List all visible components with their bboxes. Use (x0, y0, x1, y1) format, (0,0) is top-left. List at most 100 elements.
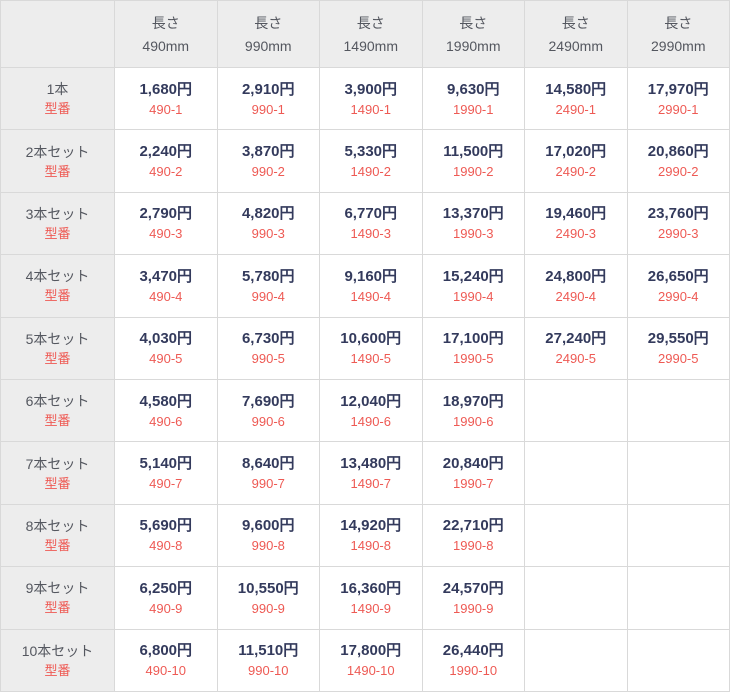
model-number: 1490-3 (351, 226, 391, 242)
column-header-1490mm: 長さ1490mm (320, 1, 422, 67)
empty-cell (628, 505, 730, 566)
model-number: 1990-7 (453, 476, 493, 492)
price-value: 2,910円 (242, 80, 295, 99)
price-cell: 9,160円1490-4 (320, 255, 422, 316)
price-cell: 23,760円2990-3 (628, 193, 730, 254)
model-number: 1990-5 (453, 351, 493, 367)
price-value: 6,250円 (139, 579, 192, 598)
price-cell: 18,970円 1990-6 (423, 380, 525, 441)
model-number: 2990-5 (658, 351, 698, 367)
empty-cell (525, 380, 627, 441)
model-caption: 型番 (44, 476, 70, 492)
price-value: 9,160円 (344, 267, 397, 286)
price-cell: 2,910円990-1 (218, 68, 320, 129)
price-value: 12,040円 (340, 392, 401, 411)
length-value: 2990mm (651, 36, 705, 56)
price-value: 4,030円 (139, 329, 192, 348)
price-value: 3,900円 (344, 80, 397, 99)
model-number: 2990-1 (658, 102, 698, 118)
price-cell: 6,770円1490-3 (320, 193, 422, 254)
model-number: 1490-9 (351, 601, 391, 617)
price-value: 4,580円 (139, 392, 192, 411)
price-cell: 13,370円1990-3 (423, 193, 525, 254)
model-number: 2490-5 (556, 351, 596, 367)
price-cell: 6,730円990-5 (218, 318, 320, 379)
price-cell: 24,800円2490-4 (525, 255, 627, 316)
price-cell: 3,900円1490-1 (320, 68, 422, 129)
price-cell: 29,550円 2990-5 (628, 318, 730, 379)
model-number: 1990-10 (449, 663, 497, 679)
empty-cell (525, 567, 627, 628)
model-caption: 型番 (44, 351, 70, 367)
row-header: 7本セット型番 (1, 442, 114, 503)
price-value: 13,480円 (340, 454, 401, 473)
empty-cell (628, 567, 730, 628)
empty-cell (525, 505, 627, 566)
price-value: 18,970円 (443, 392, 504, 411)
price-value: 17,020円 (545, 142, 606, 161)
set-count-label: 9本セット (26, 579, 90, 597)
length-label: 長さ (254, 13, 282, 33)
model-number: 490-6 (149, 414, 182, 430)
model-number: 990-7 (252, 476, 285, 492)
price-value: 8,640円 (242, 454, 295, 473)
price-cell: 7,690円990-6 (218, 380, 320, 441)
model-number: 490-3 (149, 226, 182, 242)
length-label: 長さ (562, 13, 590, 33)
length-value: 490mm (142, 36, 189, 56)
price-cell: 17,100円1990-5 (423, 318, 525, 379)
set-count-label: 3本セット (26, 205, 90, 223)
model-number: 1990-4 (453, 289, 493, 305)
set-count-label: 1本 (47, 80, 69, 98)
price-cell: 4,820円990-3 (218, 193, 320, 254)
price-cell: 27,240円2490-5 (525, 318, 627, 379)
model-number: 490-1 (149, 102, 182, 118)
model-number: 1990-6 (453, 414, 493, 430)
price-cell: 20,840円 1990-7 (423, 442, 525, 503)
row-header: 1本型番 (1, 68, 114, 129)
model-caption: 型番 (44, 600, 70, 616)
model-number: 1490-2 (351, 164, 391, 180)
model-number: 1990-3 (453, 226, 493, 242)
price-cell: 16,360円1490-9 (320, 567, 422, 628)
row-header: 2本セット型番 (1, 130, 114, 191)
price-cell: 2,240円490-2 (115, 130, 217, 191)
price-value: 1,680円 (139, 80, 192, 99)
model-number: 490-5 (149, 351, 182, 367)
column-header-2990mm: 長さ 2990mm (628, 1, 730, 67)
row-header: 6本セット型番 (1, 380, 114, 441)
price-cell: 24,570円1990-9 (423, 567, 525, 628)
model-number: 990-4 (252, 289, 285, 305)
set-count-label: 4本セット (26, 267, 90, 285)
set-count-label: 6本セット (26, 392, 90, 410)
row-header: 10本セット型番 (1, 630, 114, 691)
model-caption: 型番 (44, 101, 70, 117)
price-value: 29,550円 (648, 329, 709, 348)
price-value: 26,650円 (648, 267, 709, 286)
length-label: 長さ (152, 13, 180, 33)
price-cell: 17,970円2990-1 (628, 68, 730, 129)
price-cell: 11,510円990-10 (218, 630, 320, 691)
model-number: 2490-4 (556, 289, 596, 305)
length-label: 長さ (664, 13, 692, 33)
price-value: 5,140円 (139, 454, 192, 473)
price-value: 10,600円 (340, 329, 401, 348)
price-value: 20,840円 (443, 454, 504, 473)
price-value: 23,760円 (648, 204, 709, 223)
price-value: 3,870円 (242, 142, 295, 161)
model-number: 490-7 (149, 476, 182, 492)
price-value: 5,330円 (344, 142, 397, 161)
price-cell: 26,440円1990-10 (423, 630, 525, 691)
length-value: 2490mm (549, 36, 603, 56)
model-number: 990-3 (252, 226, 285, 242)
price-cell: 17,020円2490-2 (525, 130, 627, 191)
price-value: 10,550円 (238, 579, 299, 598)
model-number: 990-9 (252, 601, 285, 617)
price-value: 20,860円 (648, 142, 709, 161)
price-value: 5,690円 (139, 516, 192, 535)
model-number: 1490-5 (351, 351, 391, 367)
length-value: 1990mm (446, 36, 500, 56)
model-number: 1990-1 (453, 102, 493, 118)
price-table: 長さ490mm長さ990mm長さ1490mm長さ1990mm長さ2490mm長さ… (0, 0, 730, 692)
price-cell: 3,870円990-2 (218, 130, 320, 191)
